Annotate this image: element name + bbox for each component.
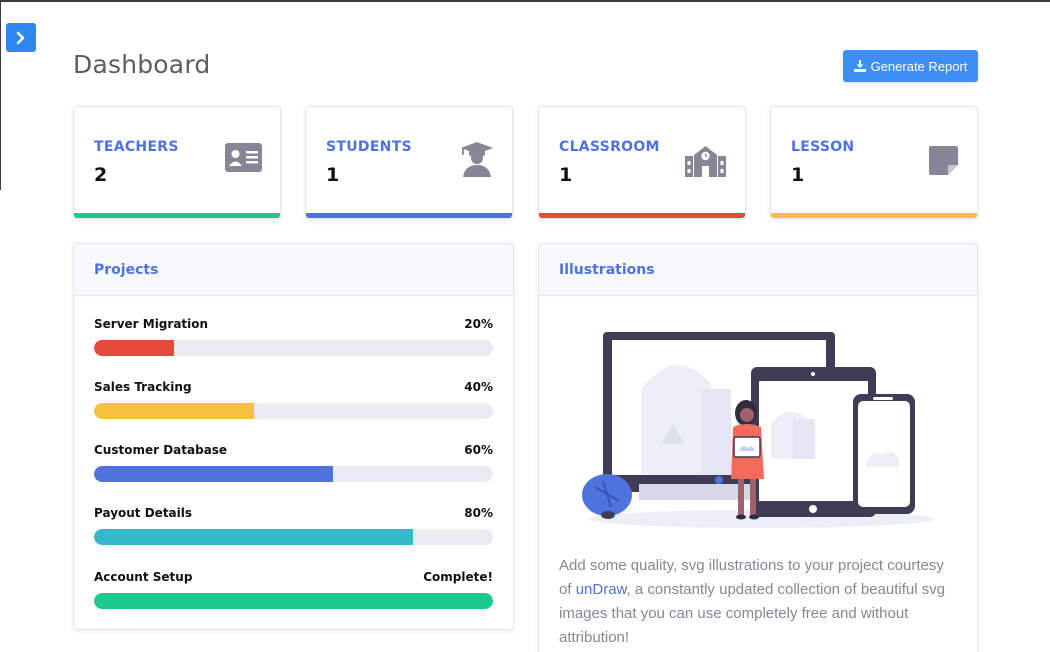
- project-name: Account Setup: [94, 570, 193, 584]
- sidebar-edge: [0, 0, 1, 190]
- illustrations-card: Illustrations Add some quality, svg illu…: [538, 243, 978, 652]
- illustrations-description: Add some quality, svg illustrations to y…: [559, 554, 959, 650]
- generate-report-label: Generate Report: [870, 58, 968, 74]
- sidebar-toggle-button[interactable]: [6, 23, 36, 52]
- stat-card-teachers[interactable]: TEACHERS 2: [73, 106, 281, 219]
- stat-label: TEACHERS: [94, 139, 179, 155]
- sticky-note-icon: [929, 146, 958, 175]
- stat-value: 1: [326, 164, 340, 186]
- generate-report-button[interactable]: Generate Report: [843, 50, 978, 82]
- project-item: Account Setup Complete!: [94, 570, 493, 609]
- illustrations-card-header: Illustrations: [539, 244, 977, 296]
- progress-fill: [94, 466, 334, 482]
- download-icon: [853, 60, 866, 72]
- stat-value: 1: [559, 164, 573, 186]
- projects-card-header: Projects: [74, 244, 513, 296]
- stat-label: CLASSROOM: [559, 139, 660, 155]
- progress-track: [94, 529, 493, 545]
- undraw-link[interactable]: unDraw: [576, 581, 627, 598]
- project-status: Complete!: [423, 570, 493, 584]
- project-name: Payout Details: [94, 506, 193, 520]
- school-icon: [685, 146, 726, 177]
- progress-track: [94, 593, 493, 609]
- devices-illustration: [582, 332, 933, 528]
- project-status: 60%: [464, 443, 493, 457]
- stat-card-classroom[interactable]: CLASSROOM 1: [538, 106, 746, 219]
- progress-fill: [94, 403, 254, 419]
- project-status: 80%: [464, 506, 493, 520]
- stat-label: LESSON: [791, 139, 855, 155]
- progress-track: [94, 403, 493, 419]
- stat-label: STUDENTS: [326, 139, 412, 155]
- project-item: Customer Database 60%: [94, 443, 493, 482]
- progress-track: [94, 466, 493, 482]
- project-name: Server Migration: [94, 317, 209, 331]
- id-card-icon: [225, 143, 262, 172]
- project-item: Payout Details 80%: [94, 506, 493, 545]
- stat-accent-bar: [771, 213, 977, 218]
- stat-accent-bar: [74, 213, 280, 218]
- progress-fill: [94, 340, 174, 356]
- page-title: Dashboard: [73, 50, 211, 79]
- project-status: 40%: [464, 380, 493, 394]
- stat-card-students[interactable]: STUDENTS 1: [305, 106, 513, 219]
- stat-value: 2: [94, 164, 108, 186]
- project-name: Customer Database: [94, 443, 228, 457]
- project-status: 20%: [464, 317, 493, 331]
- progress-fill: [94, 529, 414, 545]
- project-item: Server Migration 20%: [94, 317, 493, 356]
- project-name: Sales Tracking: [94, 380, 192, 394]
- stat-value: 1: [791, 164, 805, 186]
- graduate-icon: [461, 142, 493, 177]
- stat-accent-bar: [306, 213, 512, 218]
- progress-track: [94, 340, 493, 356]
- projects-card: Projects Server Migration 20% Sales Track…: [73, 243, 514, 630]
- progress-fill: [94, 593, 493, 609]
- stat-accent-bar: [539, 213, 745, 218]
- project-item: Sales Tracking 40%: [94, 380, 493, 419]
- stat-card-lesson[interactable]: LESSON 1: [770, 106, 978, 219]
- chevron-right-icon: [16, 31, 25, 44]
